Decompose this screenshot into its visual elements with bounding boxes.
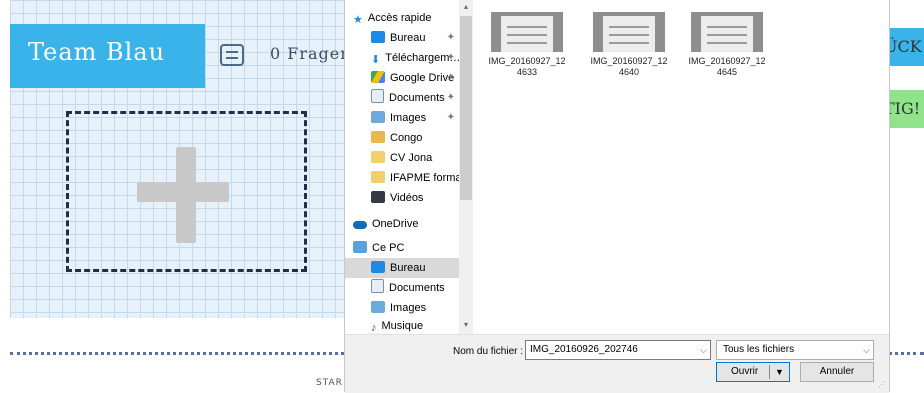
- resize-grip-icon[interactable]: ⋰: [878, 380, 886, 389]
- file-thumbnail[interactable]: [593, 12, 665, 52]
- nav-item-downloads[interactable]: ⬇ Téléchargem… ✦: [345, 48, 459, 68]
- team-title: Team Blau: [28, 38, 166, 66]
- nav-item-music[interactable]: ♪ Musique: [345, 316, 459, 334]
- nav-item-google-drive[interactable]: Google Drive ✦: [345, 68, 459, 88]
- star-icon: ★: [353, 14, 363, 26]
- nav-item-cv-jona[interactable]: CV Jona: [345, 148, 459, 168]
- onedrive-icon: [353, 221, 367, 229]
- start-label: STAR: [316, 378, 343, 388]
- plus-icon[interactable]: [176, 147, 196, 243]
- file-list: IMG_20160927_12 4633 IMG_20160927_12 4640 …: [473, 0, 889, 334]
- chevron-down-icon[interactable]: ⌵: [700, 341, 707, 359]
- filetype-select[interactable]: Tous les fichiers ⌵: [716, 340, 874, 360]
- nav-item-videos[interactable]: Vidéos: [345, 188, 459, 208]
- desktop-icon: [371, 261, 385, 273]
- nav-item-pc-images[interactable]: Images: [345, 298, 459, 318]
- dotted-divider: [10, 352, 344, 355]
- download-icon: ⬇: [371, 54, 381, 66]
- pin-icon[interactable]: ✦: [447, 108, 455, 128]
- questions-count: 0 Fragen: [270, 44, 352, 63]
- nav-item-pc-desktop[interactable]: Bureau: [345, 258, 459, 278]
- pin-icon[interactable]: ✦: [447, 68, 455, 88]
- nav-item-onedrive[interactable]: OneDrive: [345, 214, 459, 234]
- dotted-divider: [888, 352, 924, 355]
- file-name[interactable]: IMG_20160927_12 4633: [482, 56, 572, 78]
- filename-label: Nom du fichier :: [453, 346, 524, 357]
- navigation-pane: ★ Accès rapide Bureau ✦ ⬇ Téléchargem… ✦ Goo…: [345, 0, 459, 334]
- documents-icon: [371, 279, 384, 293]
- nav-item-congo[interactable]: Congo: [345, 128, 459, 148]
- desktop-icon: [371, 31, 385, 43]
- documents-icon: [371, 89, 384, 103]
- images-icon: [371, 111, 385, 123]
- scroll-down-icon[interactable]: ▾: [459, 318, 473, 332]
- nav-item-pc-documents[interactable]: Documents: [345, 278, 459, 298]
- file-thumbnail[interactable]: [691, 12, 763, 52]
- file-open-dialog: ★ Accès rapide Bureau ✦ ⬇ Téléchargem… ✦ Goo…: [344, 0, 890, 393]
- videos-icon: [371, 191, 385, 203]
- nav-item-quick-access[interactable]: ★ Accès rapide: [345, 8, 459, 28]
- questions-icon[interactable]: [220, 44, 244, 66]
- pin-icon[interactable]: ✦: [447, 28, 455, 48]
- music-icon: ♪: [371, 322, 377, 334]
- nav-item-images[interactable]: Images ✦: [345, 108, 459, 128]
- nav-item-ifapme[interactable]: IFAPME formate: [345, 168, 459, 188]
- scroll-up-icon[interactable]: ▴: [459, 0, 473, 14]
- images-icon: [371, 301, 385, 313]
- nav-item-documents[interactable]: Documents ✦: [345, 88, 459, 108]
- scroll-thumb[interactable]: [460, 16, 472, 200]
- cancel-button[interactable]: Annuler: [800, 362, 874, 382]
- nav-item-desktop[interactable]: Bureau ✦: [345, 28, 459, 48]
- computer-icon: [353, 241, 367, 253]
- filename-input[interactable]: IMG_20160926_202746 ⌵: [525, 340, 711, 360]
- folder-icon: [371, 131, 385, 143]
- folder-icon: [371, 171, 385, 183]
- nav-scrollbar[interactable]: ▴ ▾: [459, 0, 473, 334]
- google-drive-icon: [371, 71, 385, 83]
- nav-item-this-pc[interactable]: Ce PC: [345, 238, 459, 258]
- folder-icon: [371, 151, 385, 163]
- file-thumbnail[interactable]: [491, 12, 563, 52]
- file-name[interactable]: IMG_20160927_12 4645: [682, 56, 772, 78]
- file-name[interactable]: IMG_20160927_12 4640: [584, 56, 674, 78]
- chevron-down-icon[interactable]: ⌵: [863, 341, 870, 359]
- dropdown-arrow-icon[interactable]: ▼: [775, 363, 784, 381]
- pin-icon[interactable]: ✦: [447, 88, 455, 108]
- open-button[interactable]: Ouvrir ▼: [716, 362, 790, 382]
- pin-icon[interactable]: ✦: [447, 48, 455, 68]
